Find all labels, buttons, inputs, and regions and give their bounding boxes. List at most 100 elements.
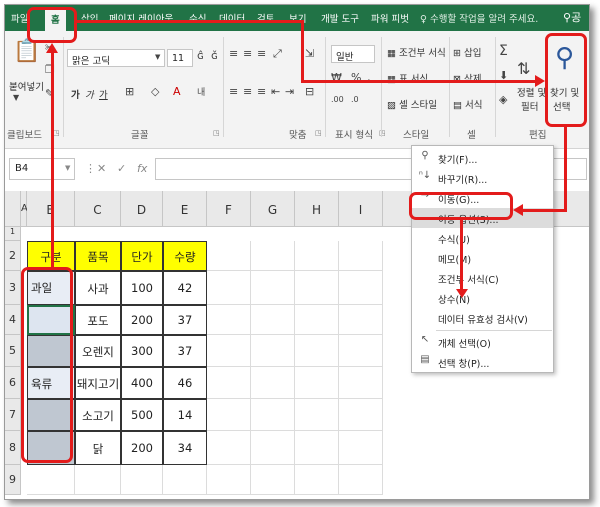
merge-center-icon[interactable]: ⊟: [305, 85, 314, 98]
row-header-2[interactable]: 2: [5, 241, 21, 271]
decrease-decimal-icon[interactable]: .0: [351, 95, 359, 104]
cell-h9[interactable]: [295, 465, 339, 495]
align-middle-icon[interactable]: ≡: [243, 47, 252, 60]
cell-d9[interactable]: [121, 465, 163, 495]
cell-f7[interactable]: [207, 399, 251, 431]
cell-i2[interactable]: [339, 241, 383, 271]
paste-dropdown-icon[interactable]: ▼: [13, 93, 19, 102]
cell-d8[interactable]: 200: [121, 431, 163, 465]
insert-cells-button[interactable]: ⊞ 삽입: [453, 45, 481, 59]
menu-item-data-validation[interactable]: 데이터 유효성 검사(V): [412, 308, 553, 328]
number-launcher-icon[interactable]: ◳: [379, 129, 386, 137]
row-header-1[interactable]: 1: [5, 227, 21, 241]
grow-font-icon[interactable]: ɢ̂: [197, 49, 204, 62]
autosum-icon[interactable]: Σ: [499, 43, 508, 59]
align-center-icon[interactable]: ≡: [243, 85, 252, 98]
sort-filter-label-1[interactable]: 정렬 및: [517, 85, 546, 99]
row-header-9[interactable]: 9: [5, 465, 21, 495]
column-header-d[interactable]: D: [121, 191, 163, 227]
cancel-icon[interactable]: ✕: [97, 162, 106, 175]
enter-icon[interactable]: ✓: [117, 162, 126, 175]
cell-g9[interactable]: [251, 465, 295, 495]
sort-filter-label-2[interactable]: 필터: [521, 99, 538, 113]
row-header-4[interactable]: 4: [5, 305, 21, 335]
row-header-3[interactable]: 3: [5, 271, 21, 305]
tell-me-box[interactable]: ♀ 수행할 작업을 알려 주세요.: [420, 11, 538, 25]
cell-c9[interactable]: [75, 465, 121, 495]
cell-h3[interactable]: [295, 271, 339, 305]
cell-c7[interactable]: 소고기: [75, 399, 121, 431]
font-size-select[interactable]: 11: [167, 49, 193, 67]
row-header-8[interactable]: 8: [5, 431, 21, 465]
column-header-g[interactable]: G: [251, 191, 295, 227]
cell-c5[interactable]: 오렌지: [75, 335, 121, 367]
italic-button[interactable]: 가: [85, 87, 94, 101]
cell-c4[interactable]: 포도: [75, 305, 121, 335]
cell-h5[interactable]: [295, 335, 339, 367]
menu-item-formulas[interactable]: 수식(U): [412, 228, 553, 248]
cell-e3[interactable]: 42: [163, 271, 207, 305]
cell-c6[interactable]: 돼지고기: [75, 367, 121, 399]
cell-i3[interactable]: [339, 271, 383, 305]
bold-button[interactable]: 가: [71, 87, 80, 101]
fill-color-icon[interactable]: ◇: [151, 85, 159, 98]
underline-button[interactable]: 가: [99, 87, 108, 101]
cell-f4[interactable]: [207, 305, 251, 335]
align-right-icon[interactable]: ≡: [257, 85, 266, 98]
name-box-dropdown-icon[interactable]: ▼: [65, 164, 70, 172]
column-header-f[interactable]: F: [207, 191, 251, 227]
cell-i9[interactable]: [339, 465, 383, 495]
column-header-e[interactable]: E: [163, 191, 207, 227]
cell-g5[interactable]: [251, 335, 295, 367]
conditional-format-button[interactable]: ▦ 조건부 서식: [387, 45, 446, 59]
cell-f8[interactable]: [207, 431, 251, 465]
format-cells-button[interactable]: ▤ 서식: [453, 97, 483, 111]
menu-item-constants[interactable]: 상수(N): [412, 288, 553, 308]
number-format-select[interactable]: 일반: [331, 45, 375, 63]
cell-g3[interactable]: [251, 271, 295, 305]
cell-i7[interactable]: [339, 399, 383, 431]
menu-item-replace[interactable]: ⁿ↓ 바꾸기(R)...: [412, 168, 553, 188]
increase-decimal-icon[interactable]: .00: [331, 95, 344, 104]
menu-item-selection-pane[interactable]: ▤ 선택 창(P)...: [412, 352, 553, 372]
cell-f2[interactable]: [207, 241, 251, 271]
column-header-c[interactable]: C: [75, 191, 121, 227]
cell-i4[interactable]: [339, 305, 383, 335]
cell-d5[interactable]: 300: [121, 335, 163, 367]
font-color-icon[interactable]: A: [173, 85, 181, 98]
cell-d6[interactable]: 400: [121, 367, 163, 399]
cell-d3[interactable]: 100: [121, 271, 163, 305]
cell-f5[interactable]: [207, 335, 251, 367]
menu-item-find[interactable]: ⚲ 찾기(F)...: [412, 148, 553, 168]
row-header-7[interactable]: 7: [5, 399, 21, 431]
cell-g8[interactable]: [251, 431, 295, 465]
select-all-corner[interactable]: [5, 191, 21, 227]
cell-h8[interactable]: [295, 431, 339, 465]
cell-d7[interactable]: 500: [121, 399, 163, 431]
cell-h6[interactable]: [295, 367, 339, 399]
share-button[interactable]: ⚲공: [563, 9, 581, 25]
paste-button[interactable]: 붙여넣기: [9, 79, 44, 93]
cell-e6[interactable]: 46: [163, 367, 207, 399]
menu-item-comments[interactable]: 메모(M): [412, 248, 553, 268]
cell-i8[interactable]: [339, 431, 383, 465]
cell-header-quantity[interactable]: 수량: [163, 241, 207, 271]
align-top-icon[interactable]: ≡: [229, 47, 238, 60]
cell-i6[interactable]: [339, 367, 383, 399]
tab-power-pivot[interactable]: 파워 피벗: [371, 11, 409, 25]
column-header-h[interactable]: H: [295, 191, 339, 227]
cell-e7[interactable]: 14: [163, 399, 207, 431]
cell-h7[interactable]: [295, 399, 339, 431]
tab-developer[interactable]: 개발 도구: [321, 11, 359, 25]
cell-f3[interactable]: [207, 271, 251, 305]
wrap-text-icon[interactable]: ⇲: [305, 47, 314, 60]
cell-c8[interactable]: 닭: [75, 431, 121, 465]
cell-h4[interactable]: [295, 305, 339, 335]
insert-function-icon[interactable]: fx: [137, 162, 147, 175]
alignment-launcher-icon[interactable]: ◳: [315, 129, 322, 137]
cell-header-item[interactable]: 품목: [75, 241, 121, 271]
cell-f6[interactable]: [207, 367, 251, 399]
cell-e9[interactable]: [163, 465, 207, 495]
align-left-icon[interactable]: ≡: [229, 85, 238, 98]
border-icon[interactable]: ⊞: [125, 85, 134, 98]
